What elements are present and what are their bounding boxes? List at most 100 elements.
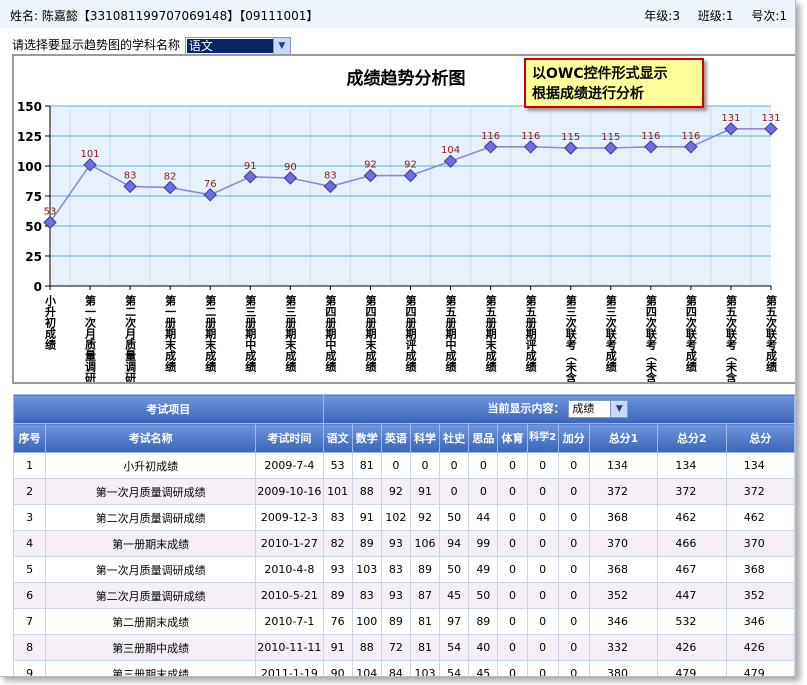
column-header[interactable]: 数学 [351, 423, 382, 453]
table-cell: 92 [380, 478, 411, 505]
table-cell: 92 [409, 504, 441, 531]
table-cell: 2009-12-3 [255, 504, 324, 531]
exam-name-cell: 第三册期末成绩 [45, 660, 257, 676]
table-column-header-row: 序号 考试名称 考试时间 语文 数学 英语 科学 社史 思品 体育 科学2 加分 总分1 总分2 总分 [12, 423, 795, 453]
table-cell: 0 [497, 452, 528, 479]
table-cell: 0 [526, 582, 559, 609]
column-header[interactable]: 考试时间 [255, 423, 324, 453]
table-cell: 0 [526, 452, 559, 479]
table-cell: 352 [725, 582, 795, 609]
table-cell: 0 [497, 504, 528, 531]
group-header-exam: 考试项目 [13, 394, 324, 424]
column-header[interactable]: 加分 [557, 423, 590, 453]
table-row[interactable]: 1 小升初成绩 2009-7-4 53 81 0 0 0 0 0 0 0 134 134 134 [12, 452, 795, 479]
column-header[interactable]: 总分2 [657, 423, 727, 453]
table-cell: 53 [322, 452, 353, 479]
column-header[interactable]: 语文 [322, 423, 353, 453]
column-header[interactable]: 考试名称 [45, 423, 257, 453]
number-label: 号次:1 [751, 9, 787, 23]
table-cell: 0 [468, 452, 499, 479]
chart-title: 成绩趋势分析图 [347, 68, 466, 89]
report-window: 姓名: 陈嘉懿【331081199707069148】【09111001】 年级… [0, 0, 796, 677]
table-cell: 0 [526, 504, 559, 531]
subject-select[interactable]: 语文 ▼ [184, 36, 291, 55]
table-cell: 2010-4-8 [255, 556, 324, 583]
table-cell: 426 [725, 634, 795, 661]
table-cell: 380 [588, 660, 659, 676]
table-cell: 0 [497, 582, 528, 609]
table-row[interactable]: 3 第二次月质量调研成绩 2009-12-3 83 91 102 92 50 44 0 0 0 368 4… [12, 504, 795, 531]
table-cell: 0 [557, 582, 590, 609]
x-category-label: 第五次联考（未含校）成绩 [724, 294, 738, 382]
table-cell: 3 [12, 504, 47, 531]
table-cell: 372 [588, 478, 659, 505]
data-point-label: 91 [244, 161, 257, 172]
data-point-label: 115 [561, 132, 580, 143]
table-cell: 83 [380, 556, 411, 583]
data-point-label: 92 [364, 160, 377, 171]
chevron-down-icon[interactable]: ▼ [610, 401, 628, 417]
table-cell: 2 [12, 478, 47, 505]
table-cell: 4 [12, 530, 47, 557]
table-cell: 1 [12, 452, 47, 479]
x-category-label: 第三册期末成绩 [284, 294, 298, 373]
column-header[interactable]: 体育 [497, 423, 528, 453]
x-category-label: 第四册期评成绩 [404, 294, 417, 373]
column-header[interactable]: 总分 [725, 423, 795, 453]
y-tick-label: 125 [17, 130, 42, 144]
table-cell: 93 [380, 582, 411, 609]
table-row[interactable]: 5 第一次月质量调研成绩 2010-4-8 93 103 83 89 50 49 0 0 0 368 46… [12, 556, 795, 583]
class-info: 年级:3 班级:1 号次:1 [630, 7, 787, 24]
column-header[interactable]: 英语 [380, 423, 411, 453]
table-cell: 81 [409, 634, 441, 661]
table-cell: 0 [497, 660, 528, 676]
table-cell: 0 [557, 478, 590, 505]
chevron-down-icon[interactable]: ▼ [272, 37, 290, 54]
data-point-label: 116 [641, 131, 660, 142]
x-category-label: 小升初成绩 [44, 294, 58, 351]
table-row[interactable]: 6 第二次月质量调研成绩 2010-5-21 89 83 93 87 45 50 0 0 0 352 44… [12, 582, 795, 609]
table-group-header-row: 考试项目 当前显示内容： 成绩 ▼ [13, 394, 795, 424]
table-row[interactable]: 9 第三册期末成绩 2011-1-19 90 104 84 103 54 45 0 0 0 380 479… [12, 660, 795, 676]
exam-name-cell: 第一次月质量调研成绩 [45, 478, 257, 505]
table-row[interactable]: 4 第一册期末成绩 2010-1-27 82 89 93 106 94 99 0 0 0 370 466 3… [12, 530, 795, 557]
table-cell: 54 [439, 660, 470, 676]
table-cell: 346 [588, 608, 659, 635]
table-cell: 2009-7-4 [255, 452, 324, 479]
column-header[interactable]: 序号 [12, 423, 47, 453]
x-category-label: 第四册期中成绩 [324, 294, 337, 373]
table-cell: 89 [351, 530, 382, 557]
column-header[interactable]: 总分1 [588, 423, 659, 453]
table-cell: 0 [526, 660, 559, 676]
table-row[interactable]: 8 第三册期中成绩 2010-11-11 91 88 72 81 54 40 0 0 0 332 426 4… [12, 634, 795, 661]
table-cell: 0 [439, 452, 470, 479]
table-cell: 466 [657, 530, 727, 557]
table-cell: 88 [351, 634, 382, 661]
data-point-label: 115 [601, 132, 620, 143]
table-cell: 0 [557, 660, 590, 676]
table-cell: 134 [725, 452, 795, 479]
y-tick-label: 50 [25, 220, 42, 234]
table-cell: 91 [351, 504, 382, 531]
table-cell: 0 [526, 634, 559, 661]
y-tick-label: 0 [34, 280, 42, 294]
table-cell: 2009-10-16 [255, 478, 324, 505]
table-row[interactable]: 2 第一次月质量调研成绩 2009-10-16 101 88 92 91 0 0 0 0 0 372 37… [12, 478, 795, 505]
table-cell: 352 [588, 582, 659, 609]
column-header[interactable]: 科学2 [526, 423, 559, 453]
x-category-label: 第五册期末成绩 [484, 294, 498, 373]
table-row[interactable]: 7 第二册期末成绩 2010-7-1 76 100 89 81 97 89 0 0 0 346 532 34… [12, 608, 795, 635]
subject-selector-row: 请选择要显示趋势图的学科名称 语文 ▼ [12, 36, 291, 55]
table-cell: 0 [526, 556, 559, 583]
table-cell: 5 [12, 556, 47, 583]
x-category-label: 第五册期评成绩 [524, 294, 537, 373]
column-header[interactable]: 思品 [468, 423, 499, 453]
callout-note: 以OWC控件形式显示 根据成绩进行分析 [524, 58, 704, 108]
table-cell: 89 [409, 556, 441, 583]
column-header[interactable]: 科学 [409, 423, 441, 453]
data-point-label: 116 [521, 131, 540, 142]
table-cell: 44 [468, 504, 499, 531]
column-header[interactable]: 社史 [439, 423, 470, 453]
data-point-label: 83 [124, 170, 137, 181]
display-select[interactable]: 成绩 ▼ [568, 400, 629, 418]
